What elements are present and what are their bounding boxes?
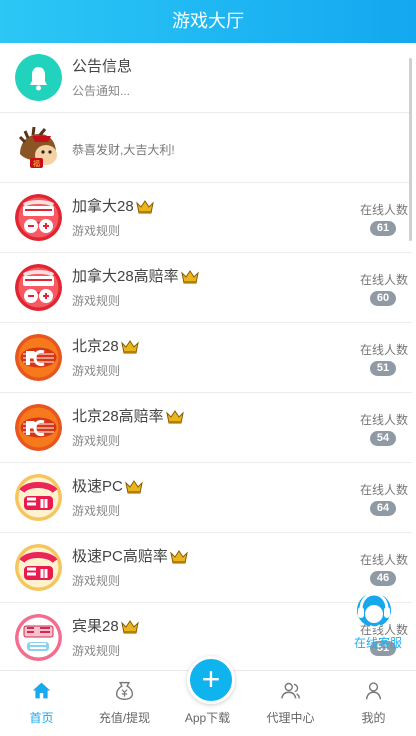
tab-recharge-withdraw[interactable]: 充值/提现 [83, 671, 166, 736]
game-row[interactable]: 北京28高赔率 游戏规则 在线人数 54 [0, 393, 412, 463]
game-rules: 游戏规则 [72, 504, 121, 518]
users-icon [281, 682, 300, 699]
svg-text:福: 福 [33, 159, 40, 168]
online-label: 在线人数 [359, 343, 408, 357]
online-label: 在线人数 [359, 273, 408, 287]
bottom-tabbar: 首页 充值/提现 + App下载 代理中心 我的 [0, 656, 416, 736]
online-service-label: 在线客服 [353, 636, 402, 650]
tab-my[interactable]: 我的 [332, 671, 415, 736]
notice-bell-icon [15, 54, 62, 101]
crown-icon [180, 270, 199, 284]
game-rules: 游戏规则 [72, 224, 121, 238]
game-row[interactable]: 北京28 游戏规则 在线人数 51 [0, 323, 412, 393]
game-title: 宾果28 [72, 615, 139, 636]
game-title: 加拿大28高赔率 [72, 265, 199, 286]
game-rules: 游戏规则 [72, 294, 121, 308]
game-list[interactable]: 公告信息 公告通知... 福 恭喜发财,大吉大利! 加拿大28 游戏规则 在线人… [0, 43, 412, 671]
speed-pc-logo-icon [15, 474, 62, 521]
crown-icon [170, 550, 188, 564]
online-label: 在线人数 [359, 553, 408, 567]
tab-label: 我的 [361, 711, 386, 725]
bingo28-logo-icon [15, 614, 62, 661]
home-icon [32, 682, 51, 699]
page-title: 游戏大厅 [172, 11, 244, 31]
crown-icon [165, 410, 184, 424]
pc-egg-logo-icon [15, 334, 62, 381]
greeting-text: 恭喜发财,大吉大利! [72, 143, 175, 157]
tab-label: 代理中心 [266, 711, 315, 725]
list-scrollbar[interactable] [409, 58, 412, 241]
game-title: 加拿大28 [72, 195, 154, 216]
crown-icon [125, 480, 143, 494]
tab-app-download[interactable]: + App下载 [166, 656, 249, 736]
wallet-icon [115, 681, 134, 700]
online-count-badge: 51 [370, 361, 396, 376]
tab-home[interactable]: 首页 [0, 671, 83, 736]
crown-icon [120, 620, 139, 634]
notice-row[interactable]: 公告信息 公告通知... [0, 43, 412, 113]
customer-service-icon [357, 592, 391, 629]
game-rules: 游戏规则 [72, 574, 121, 588]
online-label: 在线人数 [359, 483, 408, 497]
fortune-hedgehog-icon: 福 [15, 124, 62, 171]
game-row[interactable]: 加拿大28高赔率 游戏规则 在线人数 60 [0, 253, 412, 323]
online-count-badge: 61 [370, 221, 396, 236]
user-icon [365, 682, 382, 700]
crown-icon [135, 200, 154, 214]
tab-agent-center[interactable]: 代理中心 [249, 671, 332, 736]
speed-pc-logo-icon [15, 544, 62, 591]
canada28-logo-icon [15, 194, 62, 241]
notice-title: 公告信息 [72, 58, 133, 75]
crown-icon [120, 340, 139, 354]
canada28-logo-icon [15, 264, 62, 311]
tab-label: App下载 [184, 711, 231, 725]
online-label: 在线人数 [359, 203, 408, 217]
online-count-badge: 60 [370, 291, 396, 306]
greeting-row[interactable]: 福 恭喜发财,大吉大利! [0, 113, 412, 183]
header: 游戏大厅 [0, 0, 416, 43]
game-title: 北京28高赔率 [72, 405, 184, 426]
online-count-badge: 64 [370, 501, 396, 516]
game-row[interactable]: 加拿大28 游戏规则 在线人数 61 [0, 183, 412, 253]
game-rules: 游戏规则 [72, 644, 121, 658]
game-title: 北京28 [72, 335, 139, 356]
tab-label: 首页 [29, 711, 54, 725]
online-label: 在线人数 [359, 413, 408, 427]
game-rules: 游戏规则 [72, 434, 121, 448]
pc-egg-logo-icon [15, 404, 62, 451]
online-service-button[interactable]: 在线客服 [349, 590, 402, 656]
game-rules: 游戏规则 [72, 364, 121, 378]
plus-icon: + [187, 656, 235, 704]
game-title: 极速PC [72, 475, 143, 496]
notice-subtitle: 公告通知... [72, 84, 131, 98]
game-row[interactable]: 极速PC 游戏规则 在线人数 64 [0, 463, 412, 533]
online-count-badge: 54 [370, 431, 396, 446]
online-count-badge: 46 [370, 571, 396, 586]
tab-label: 充值/提现 [98, 711, 151, 725]
game-title: 极速PC高赔率 [72, 545, 188, 566]
